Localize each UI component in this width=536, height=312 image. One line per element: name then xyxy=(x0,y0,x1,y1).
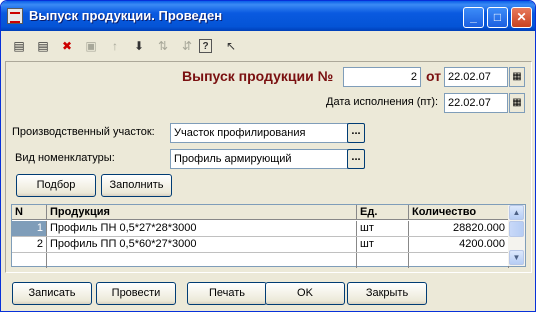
row-unit-empty[interactable] xyxy=(357,253,409,268)
delete-row-icon[interactable]: ✖ xyxy=(57,36,77,56)
section-label: Производственный участок: xyxy=(12,126,155,138)
doc-date-field[interactable]: 22.02.07 xyxy=(444,67,508,87)
document-window: Выпуск продукции. Проведен _ □ ✕ ▤ ▤ ✖ ▣… xyxy=(0,0,536,312)
section-select-button[interactable]: ... xyxy=(347,123,365,143)
exec-date-field[interactable]: 22.02.07 xyxy=(444,93,508,113)
row-number: 1 xyxy=(12,221,47,236)
row-unit[interactable]: шт xyxy=(357,221,409,236)
doc-date-from-label: от xyxy=(426,68,442,84)
row-number: 2 xyxy=(12,237,47,252)
move-down-icon[interactable]: ⬇ xyxy=(129,36,149,56)
row-qty[interactable]: 4200.000 xyxy=(409,237,509,252)
section-field[interactable]: Участок профилирования xyxy=(170,123,348,143)
toolbar: ▤ ▤ ✖ ▣ ↑ ⬇ ⇅ ⇵ ? ↖ xyxy=(5,34,533,58)
table-scrollbar[interactable]: ▲ ▼ xyxy=(508,205,525,266)
exec-date-label: Дата исполнения (пт): xyxy=(326,96,439,108)
row-qty[interactable]: 28820.000 xyxy=(409,221,509,236)
row-product[interactable]: Профиль ПП 0,5*60*27*3000 xyxy=(47,237,357,252)
minimize-button[interactable]: _ xyxy=(463,7,484,28)
table-row[interactable]: 1 Профиль ПН 0,5*27*28*3000 шт 28820.000 xyxy=(12,221,509,237)
close-button[interactable]: Закрыть xyxy=(347,282,427,305)
print-button[interactable]: Печать xyxy=(187,282,267,305)
nomenclature-select-button[interactable]: ... xyxy=(347,149,365,169)
row-qty-empty[interactable] xyxy=(409,253,509,268)
save-button[interactable]: Записать xyxy=(12,282,92,305)
sort-desc-icon[interactable]: ⇵ xyxy=(177,36,197,56)
close-window-button[interactable]: ✕ xyxy=(511,7,532,28)
sort-asc-icon[interactable]: ⇅ xyxy=(153,36,173,56)
nomenclature-label: Вид номенклатуры: xyxy=(15,152,115,164)
row-unit[interactable]: шт xyxy=(357,237,409,252)
nomenclature-field[interactable]: Профиль армирующий xyxy=(170,149,348,169)
document-icon xyxy=(7,8,23,24)
column-header-product[interactable]: Продукция xyxy=(47,205,357,220)
context-help-icon[interactable]: ↖ xyxy=(221,36,241,56)
help-icon[interactable]: ? xyxy=(199,39,212,53)
row-number-empty xyxy=(12,253,47,268)
post-button[interactable]: Провести xyxy=(96,282,176,305)
scroll-up-icon[interactable]: ▲ xyxy=(509,205,524,220)
column-header-n[interactable]: N xyxy=(12,205,47,220)
maximize-button[interactable]: □ xyxy=(487,7,508,28)
window-title: Выпуск продукции. Проведен xyxy=(29,8,223,23)
doc-number-field[interactable]: 2 xyxy=(343,67,421,87)
table-row[interactable]: 2 Профиль ПП 0,5*60*27*3000 шт 4200.000 xyxy=(12,237,509,253)
calendar-icon[interactable]: ▦ xyxy=(509,93,525,113)
copy-row-icon[interactable]: ▤ xyxy=(33,36,53,56)
scroll-thumb[interactable] xyxy=(509,221,524,237)
products-table[interactable]: N Продукция Ед. Количество 1 Профиль ПН … xyxy=(11,204,526,269)
ok-button[interactable]: OK xyxy=(265,282,345,305)
title-bar[interactable]: Выпуск продукции. Проведен _ □ ✕ xyxy=(1,1,535,31)
pick-button[interactable]: Подбор xyxy=(16,174,96,197)
column-header-unit[interactable]: Ед. xyxy=(357,205,409,220)
edit-row-icon[interactable]: ▣ xyxy=(81,36,101,56)
row-product-empty[interactable] xyxy=(47,253,357,268)
fill-button[interactable]: Заполнить xyxy=(101,174,172,197)
doc-number-label: Выпуск продукции № xyxy=(182,68,334,84)
calendar-icon[interactable]: ▦ xyxy=(509,67,525,87)
move-up-icon[interactable]: ↑ xyxy=(105,36,125,56)
new-row-icon[interactable]: ▤ xyxy=(9,36,29,56)
row-product[interactable]: Профиль ПН 0,5*27*28*3000 xyxy=(47,221,357,236)
scroll-down-icon[interactable]: ▼ xyxy=(509,250,524,265)
table-row-empty[interactable] xyxy=(12,253,509,269)
column-header-qty[interactable]: Количество xyxy=(409,205,509,220)
table-header: N Продукция Ед. Количество xyxy=(12,205,509,220)
